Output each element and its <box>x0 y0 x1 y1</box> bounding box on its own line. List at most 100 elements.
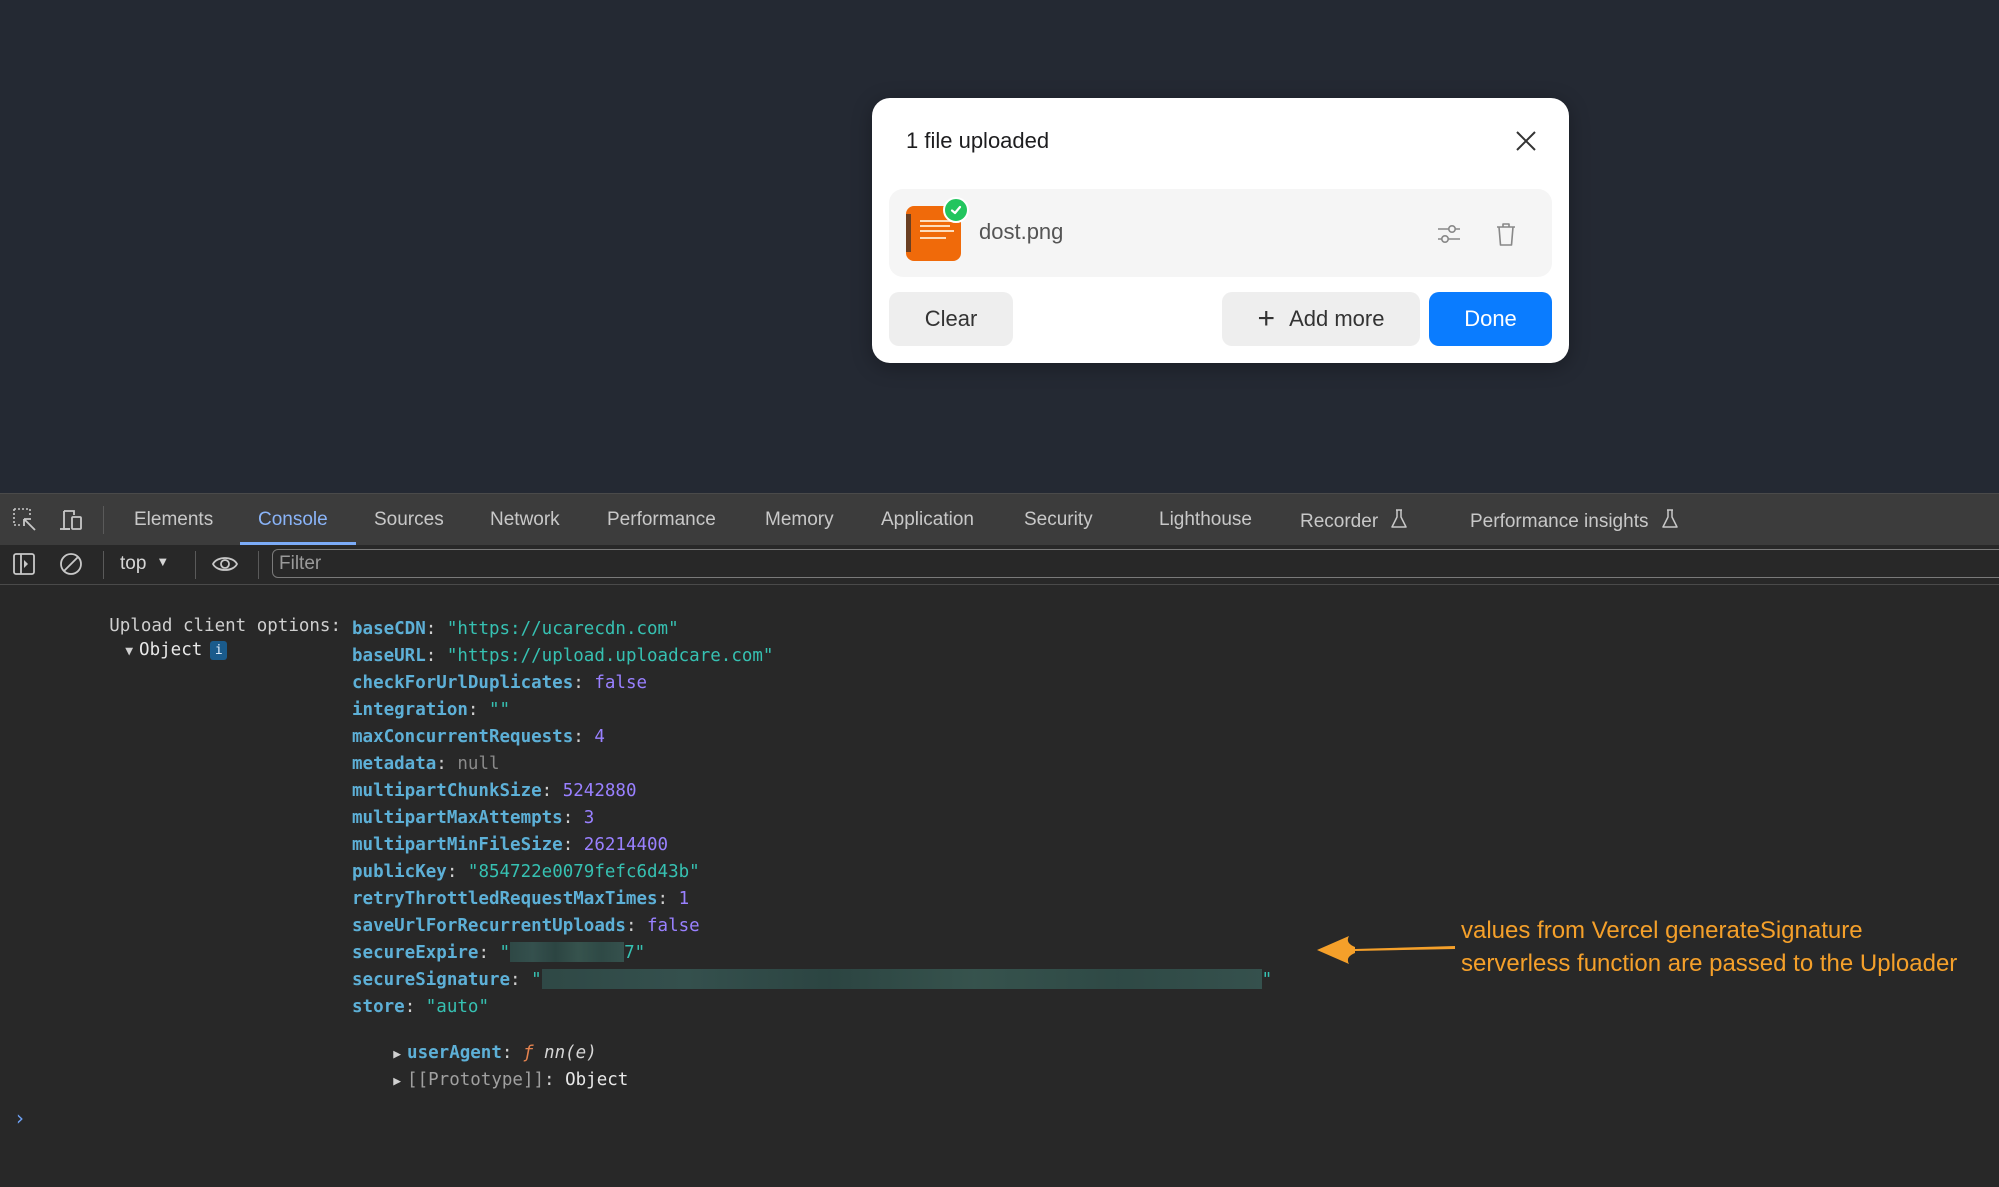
experiment-flask-icon <box>1391 509 1408 528</box>
object-property-checkforurlduplicates: checkForUrlDuplicates: false <box>352 673 648 693</box>
annotation-line-2: serverless function are passed to the Up… <box>1461 950 1958 977</box>
object-property-multipartchunksize: multipartChunkSize: 5242880 <box>352 781 637 801</box>
tab-performance-insights-label: Performance insights <box>1470 511 1649 532</box>
console-toolbar: top ▼ <box>0 545 1999 585</box>
property-key: baseURL <box>352 646 426 666</box>
add-more-label: Add more <box>1289 306 1385 331</box>
property-value: 4 <box>594 727 605 747</box>
object-property-securesignature: secureSignature: " " <box>352 969 1273 990</box>
clear-console-icon[interactable] <box>58 551 84 577</box>
object-property-basecdn: baseCDN: "https://ucarecdn.com" <box>352 619 679 639</box>
console-log-entry: Upload client options: ▼ Object i <box>46 590 341 660</box>
tab-recorder-label: Recorder <box>1300 511 1379 532</box>
property-value: "" <box>488 700 511 720</box>
object-property-integration: integration: "" <box>352 700 511 720</box>
trash-icon[interactable] <box>1494 220 1518 248</box>
tab-sources[interactable]: Sources <box>374 509 444 531</box>
annotation-callout: values from Vercel generateSignature ser… <box>1461 914 1957 980</box>
filter-input[interactable] <box>272 549 1999 578</box>
property-key: saveUrlForRecurrentUploads <box>352 916 626 936</box>
property-value: false <box>594 673 648 693</box>
property-key: multipartMinFileSize <box>352 835 563 855</box>
object-property-saveurlforrecurrentuploads: saveUrlForRecurrentUploads: false <box>352 916 700 936</box>
property-value: false <box>647 916 700 936</box>
sidebar-toggle-icon[interactable] <box>12 551 38 577</box>
console-prompt[interactable]: › <box>16 1106 24 1130</box>
devtools-tab-bar: Elements Console Sources Network Perform… <box>0 493 1999 546</box>
property-key: publicKey <box>352 862 447 882</box>
property-key: integration <box>352 700 468 720</box>
tab-security[interactable]: Security <box>1024 509 1093 531</box>
context-value: top <box>120 553 147 574</box>
property-key: maxConcurrentRequests <box>352 727 574 747</box>
tab-console[interactable]: Console <box>258 509 328 531</box>
annotation-line-1: values from Vercel generateSignature <box>1461 917 1863 944</box>
context-selector[interactable]: top ▼ <box>120 553 169 575</box>
file-list-item: dost.png <box>889 189 1552 277</box>
property-key: multipartChunkSize <box>352 781 542 801</box>
object-property-multipartminfilesize: multipartMinFileSize: 26214400 <box>352 835 669 855</box>
property-value: 3 <box>583 808 595 828</box>
object-property-retrythrottledrequestmaxtimes: retryThrottledRequestMaxTimes: 1 <box>352 889 690 909</box>
add-more-button[interactable]: + Add more <box>1222 292 1420 346</box>
done-button[interactable]: Done <box>1429 292 1552 346</box>
property-key: multipartMaxAttempts <box>352 808 563 828</box>
property-key: retryThrottledRequestMaxTimes <box>352 889 658 909</box>
upload-dialog: 1 file uploaded dost.png Clear + Add mor… <box>872 98 1569 363</box>
web-page: 1 file uploaded dost.png Clear + Add mor… <box>0 0 1999 493</box>
info-icon[interactable]: i <box>210 641 228 660</box>
chevron-down-icon: ▼ <box>156 554 170 569</box>
plus-icon: + <box>1257 302 1276 335</box>
object-property-baseurl: baseURL: "https://upload.uploadcare.com" <box>352 646 774 666</box>
object-property-secureexpire: secureExpire: " 7" <box>352 942 646 963</box>
property-value: 1 <box>678 889 690 909</box>
expand-triangle-icon[interactable]: ▶ <box>393 1074 401 1089</box>
property-key: store <box>352 997 405 1017</box>
object-property-publickey: publicKey: "854722e0079fefc6d43b" <box>352 862 700 882</box>
tab-elements[interactable]: Elements <box>134 509 213 531</box>
property-value: "854722e0079fefc6d43b" <box>467 862 700 882</box>
tab-application[interactable]: Application <box>881 509 974 531</box>
live-expression-eye-icon[interactable] <box>212 551 238 577</box>
property-value: null <box>457 754 500 774</box>
tab-lighthouse[interactable]: Lighthouse <box>1159 509 1252 531</box>
collapse-triangle-icon[interactable]: ▼ <box>125 644 133 659</box>
log-label: Upload client options: <box>109 616 342 636</box>
annotation-arrow-icon <box>1317 936 1455 964</box>
close-icon[interactable] <box>1513 128 1539 154</box>
dialog-title: 1 file uploaded <box>906 128 1050 153</box>
redacted-value <box>541 969 1262 989</box>
property-value: 5242880 <box>562 781 637 801</box>
tab-performance[interactable]: Performance <box>607 509 716 531</box>
object-property-useragent[interactable]: ▶ userAgent: ƒ nn(e) <box>330 1017 597 1063</box>
tab-memory[interactable]: Memory <box>765 509 834 531</box>
file-name: dost.png <box>979 219 1064 244</box>
property-value: "auto" <box>425 997 489 1017</box>
edit-settings-icon[interactable] <box>1436 222 1462 246</box>
property-key: metadata <box>352 754 437 774</box>
object-property-maxconcurrentrequests: maxConcurrentRequests: 4 <box>352 727 605 747</box>
tab-performance-insights[interactable]: Performance insights <box>1470 509 1678 533</box>
experiment-flask-icon <box>1662 509 1678 528</box>
property-key: checkForUrlDuplicates <box>352 673 574 693</box>
object-label[interactable]: Object <box>139 640 202 660</box>
tab-recorder[interactable]: Recorder <box>1300 509 1408 533</box>
property-value: "https://upload.uploadcare.com" <box>446 646 774 666</box>
clear-button[interactable]: Clear <box>889 292 1013 346</box>
object-property-multipartmaxattempts: multipartMaxAttempts: 3 <box>352 808 595 828</box>
tab-network[interactable]: Network <box>490 509 560 531</box>
upload-success-icon <box>943 197 969 223</box>
property-key: baseCDN <box>352 619 426 639</box>
devtools-panel: Elements Console Sources Network Perform… <box>0 493 1999 1187</box>
property-key: secureSignature <box>352 970 511 990</box>
inspect-element-icon[interactable] <box>12 507 38 533</box>
property-value: 26214400 <box>583 835 669 855</box>
object-property-store: store: "auto" <box>352 997 489 1017</box>
property-value: "https://ucarecdn.com" <box>446 619 679 639</box>
object-property-metadata: metadata: null <box>352 754 500 774</box>
device-toolbar-icon[interactable] <box>58 507 84 533</box>
redacted-value <box>510 942 625 962</box>
property-key: secureExpire <box>352 943 479 963</box>
console-output: Upload client options: ▼ Object i baseCDN:… <box>0 585 1999 1187</box>
object-prototype[interactable]: ▶ [[Prototype]]: Object <box>330 1044 628 1090</box>
